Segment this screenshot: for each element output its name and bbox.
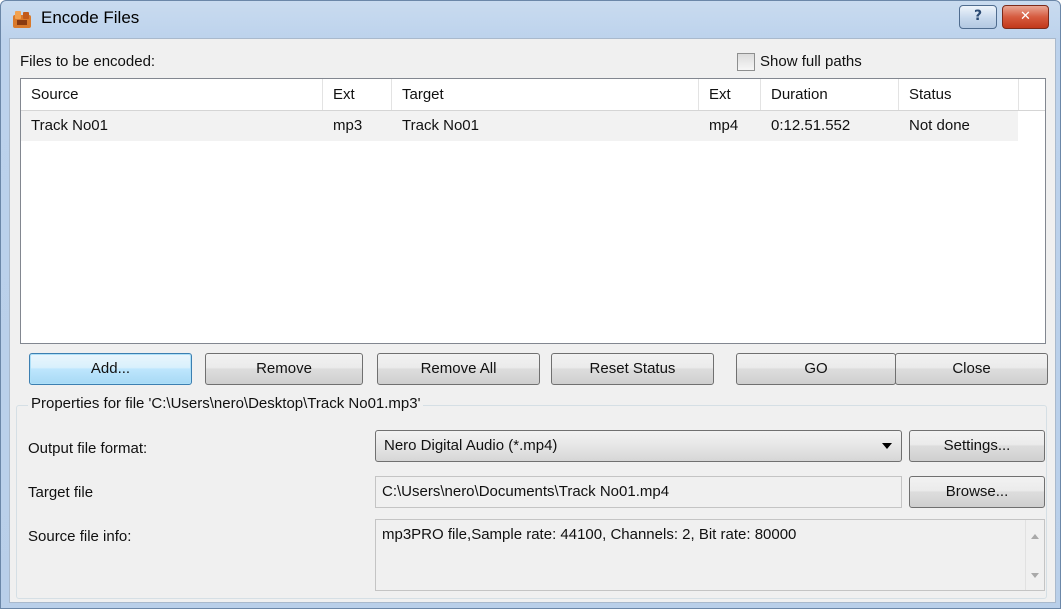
source-file-info-field: mp3PRO file,Sample rate: 44100, Channels… bbox=[375, 519, 1045, 591]
scroll-down-icon[interactable] bbox=[1031, 573, 1039, 578]
column-header-duration[interactable]: Duration bbox=[761, 79, 899, 110]
chevron-down-icon bbox=[882, 443, 892, 449]
remove-button[interactable]: Remove bbox=[205, 353, 363, 385]
cell-duration: 0:12.51.552 bbox=[771, 117, 851, 134]
output-format-label: Output file format: bbox=[28, 440, 148, 457]
cell-source: Track No01 bbox=[31, 117, 108, 134]
settings-button[interactable]: Settings... bbox=[909, 430, 1045, 462]
encode-files-window: Encode Files ? ✕ Files to be encoded: Sh… bbox=[0, 0, 1061, 609]
go-button[interactable]: GO bbox=[736, 353, 896, 385]
help-button[interactable]: ? bbox=[959, 5, 997, 29]
window-close-button[interactable]: ✕ bbox=[1002, 5, 1049, 29]
target-file-field[interactable]: C:\Users\nero\Documents\Track No01.mp4 bbox=[375, 476, 902, 508]
output-format-value: Nero Digital Audio (*.mp4) bbox=[384, 437, 558, 454]
help-icon: ? bbox=[973, 8, 983, 24]
show-full-paths-label[interactable]: Show full paths bbox=[760, 53, 862, 70]
cell-source-ext: mp3 bbox=[333, 117, 363, 134]
column-header-source[interactable]: Source bbox=[21, 79, 323, 110]
output-format-select[interactable]: Nero Digital Audio (*.mp4) bbox=[375, 430, 902, 462]
files-list-view[interactable]: Source Ext Target Ext Duration Status Tr… bbox=[20, 78, 1046, 344]
show-full-paths-checkbox[interactable] bbox=[737, 53, 755, 71]
close-button[interactable]: Close bbox=[895, 353, 1048, 385]
column-header-source-ext[interactable]: Ext bbox=[323, 79, 392, 110]
cell-target: Track No01 bbox=[402, 117, 479, 134]
close-icon: ✕ bbox=[1020, 9, 1031, 24]
scroll-up-icon[interactable] bbox=[1031, 534, 1039, 539]
cell-status: Not done bbox=[909, 117, 970, 134]
remove-all-button[interactable]: Remove All bbox=[377, 353, 540, 385]
cell-target-ext: mp4 bbox=[709, 117, 739, 134]
column-header-status[interactable]: Status bbox=[899, 79, 1019, 110]
nero-app-icon bbox=[11, 9, 33, 29]
column-header-target[interactable]: Target bbox=[392, 79, 699, 110]
add-button[interactable]: Add... bbox=[29, 353, 192, 385]
reset-status-button[interactable]: Reset Status bbox=[551, 353, 714, 385]
table-row[interactable]: Track No01 mp3 Track No01 mp4 0:12.51.55… bbox=[21, 111, 1018, 141]
window-title: Encode Files bbox=[41, 8, 140, 27]
title-bar[interactable]: Encode Files ? ✕ bbox=[1, 1, 1060, 37]
browse-button[interactable]: Browse... bbox=[909, 476, 1045, 508]
info-scrollbar[interactable] bbox=[1025, 520, 1044, 590]
files-to-encode-label: Files to be encoded: bbox=[20, 53, 156, 70]
source-file-info-value: mp3PRO file,Sample rate: 44100, Channels… bbox=[382, 526, 797, 543]
target-file-label: Target file bbox=[28, 484, 94, 501]
source-file-info-label: Source file info: bbox=[28, 528, 132, 545]
properties-title: Properties for file 'C:\Users\nero\Deskt… bbox=[28, 395, 424, 412]
dialog-client-area: Files to be encoded: Show full paths Sou… bbox=[9, 38, 1056, 603]
column-header-target-ext[interactable]: Ext bbox=[699, 79, 761, 110]
list-header: Source Ext Target Ext Duration Status bbox=[21, 79, 1045, 111]
